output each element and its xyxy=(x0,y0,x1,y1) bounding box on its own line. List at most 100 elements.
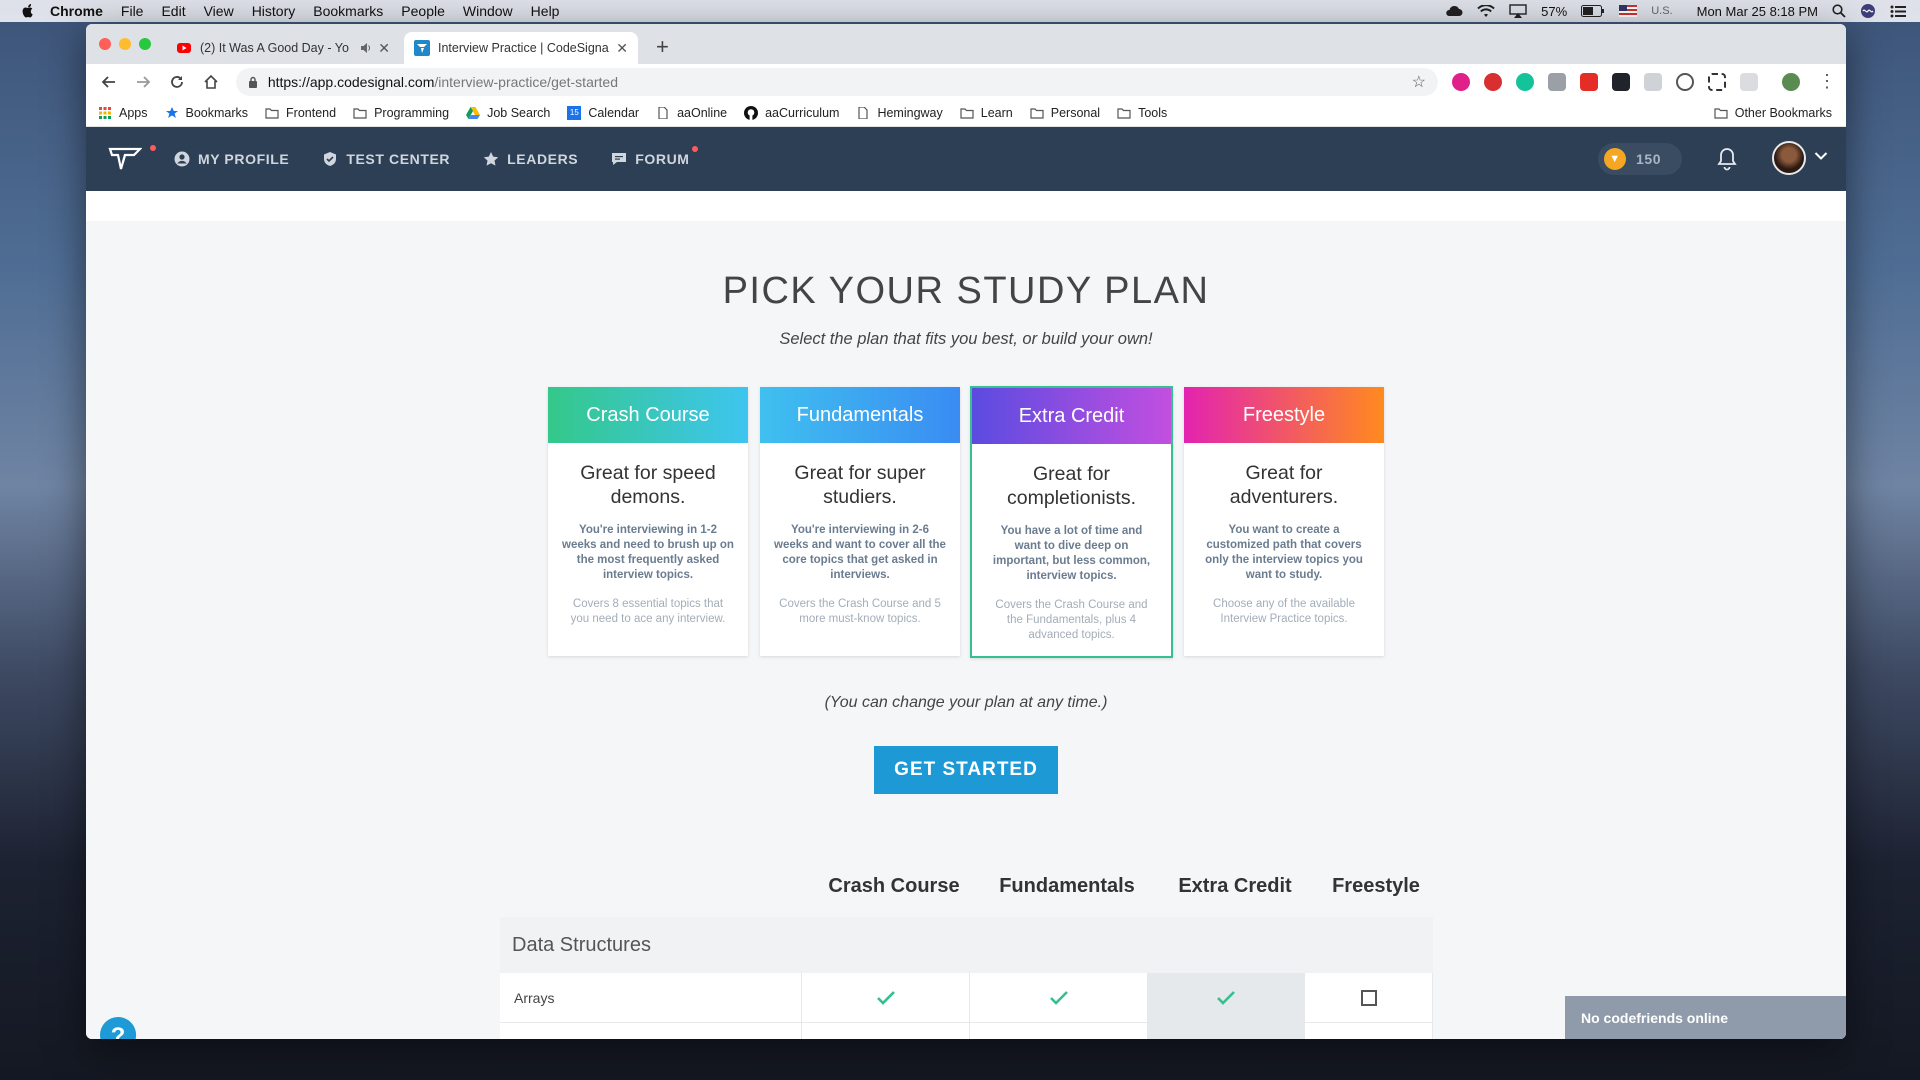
plan-card-header: Fundamentals xyxy=(760,387,960,443)
extension-code-icon[interactable] xyxy=(1643,72,1662,91)
bookmark-job-search[interactable]: Job Search xyxy=(466,106,550,120)
codesignal-logo[interactable] xyxy=(108,144,156,174)
bookmark-bookmarks[interactable]: Bookmarks xyxy=(165,106,248,120)
tab-strip: (2) It Was A Good Day - Yo ✕ Interview P… xyxy=(86,24,1846,64)
tab-youtube[interactable]: (2) It Was A Good Day - Yo ✕ xyxy=(166,32,400,64)
bookmark-learn[interactable]: Learn xyxy=(960,106,1013,120)
browser-menu-icon[interactable]: ⋮ xyxy=(1818,71,1836,92)
window-zoom-button[interactable] xyxy=(139,38,151,50)
back-button[interactable] xyxy=(96,69,122,95)
page-icon xyxy=(858,106,869,119)
window-close-button[interactable] xyxy=(99,38,111,50)
us-flag-icon[interactable] xyxy=(1619,5,1638,17)
plan-name: Extra Credit xyxy=(1018,404,1125,427)
menubar-people[interactable]: People xyxy=(401,3,445,19)
screenshot-tool-icon[interactable] xyxy=(1707,72,1726,91)
folder-icon xyxy=(1117,107,1131,119)
chevron-down-icon[interactable] xyxy=(1814,151,1828,161)
url-path: /interview-practice/get-started xyxy=(434,73,618,90)
comparison-column-fundamentals: Fundamentals xyxy=(999,875,1135,897)
extension-youtube-icon[interactable] xyxy=(1579,72,1598,91)
menubar-clock[interactable]: Mon Mar 25 8:18 PM xyxy=(1697,4,1818,19)
plan-card-fundamentals[interactable]: Fundamentals Great for super studiers. Y… xyxy=(760,387,960,656)
spotlight-search-icon[interactable] xyxy=(1832,4,1846,18)
window-minimize-button[interactable] xyxy=(119,38,131,50)
bookmark-tools[interactable]: Tools xyxy=(1117,106,1167,120)
help-icon[interactable]: ? xyxy=(98,1015,138,1039)
extension-gray-icon[interactable] xyxy=(1739,72,1758,91)
tab-codesignal[interactable]: Interview Practice | CodeSigna ✕ xyxy=(404,32,638,64)
bookmark-personal[interactable]: Personal xyxy=(1030,106,1100,120)
menubar-help[interactable]: Help xyxy=(531,3,560,19)
forward-button[interactable] xyxy=(130,69,156,95)
bookmark-label: Calendar xyxy=(588,105,640,120)
user-avatar[interactable] xyxy=(1772,141,1806,175)
plan-cell xyxy=(1148,973,1305,1022)
lock-icon[interactable] xyxy=(248,76,258,88)
bookmark-aacurriculum[interactable]: aaCurriculum xyxy=(744,105,840,120)
speaker-icon[interactable] xyxy=(360,42,372,54)
bookmark-frontend[interactable]: Frontend xyxy=(265,106,336,120)
extension-pink-icon[interactable] xyxy=(1451,72,1470,91)
bookmark-label: Personal xyxy=(1050,105,1101,120)
get-started-button[interactable]: GET STARTED xyxy=(874,746,1058,794)
comparison-table: Data Structures ArraysLinked Lists xyxy=(500,917,1433,1039)
plan-cell[interactable] xyxy=(1305,1023,1433,1039)
menubar-history[interactable]: History xyxy=(252,3,296,19)
plan-tagline: Great for super studiers. xyxy=(794,462,926,508)
notification-center-icon[interactable] xyxy=(1890,5,1906,18)
close-tab-icon[interactable]: ✕ xyxy=(616,40,628,57)
creative-cloud-icon[interactable] xyxy=(1445,5,1463,17)
bookmark-label: Tools xyxy=(1138,105,1168,120)
topic-label: Arrays xyxy=(500,973,802,1022)
address-bar[interactable]: https://app.codesignal.com/interview-pra… xyxy=(235,67,1438,96)
new-tab-button[interactable]: + xyxy=(656,34,669,60)
menubar-window[interactable]: Window xyxy=(463,3,513,19)
coin-balance[interactable]: ▼ 150 xyxy=(1598,143,1682,175)
menubar-bookmarks[interactable]: Bookmarks xyxy=(313,3,383,19)
codefriends-status[interactable]: No codefriends online xyxy=(1565,996,1846,1039)
extension-circle-icon[interactable] xyxy=(1675,72,1694,91)
nav-my-profile[interactable]: MY PROFILE xyxy=(174,151,289,167)
menubar-view[interactable]: View xyxy=(204,3,234,19)
youtube-icon xyxy=(177,43,191,53)
bookmark-programming[interactable]: Programming xyxy=(353,106,449,120)
extension-red-icon[interactable] xyxy=(1483,72,1502,91)
home-button[interactable] xyxy=(198,69,224,95)
reload-button[interactable] xyxy=(164,69,190,95)
bell-icon[interactable] xyxy=(1716,147,1738,171)
home-icon xyxy=(204,74,218,89)
plan-card-extra-credit[interactable]: Extra Credit Great for completionists. Y… xyxy=(970,386,1173,658)
bookmark-hemingway[interactable]: Hemingway xyxy=(856,106,943,120)
bookmark-label: aaCurriculum xyxy=(765,105,840,120)
apple-logo-icon[interactable] xyxy=(20,3,36,19)
bookmark-star-icon[interactable]: ☆ xyxy=(1412,72,1426,92)
close-tab-icon[interactable]: ✕ xyxy=(378,40,390,57)
wifi-icon[interactable] xyxy=(1477,4,1495,18)
plan-card-crash-course[interactable]: Crash Course Great for speed demons. You… xyxy=(548,387,748,656)
nav-leaders[interactable]: LEADERS xyxy=(483,151,578,167)
menubar-edit[interactable]: Edit xyxy=(161,3,185,19)
menubar-file[interactable]: File xyxy=(121,3,144,19)
page-title: PICK YOUR STUDY PLAN xyxy=(722,270,1210,312)
airplay-icon[interactable] xyxy=(1509,4,1527,18)
plan-card-freestyle[interactable]: Freestyle Great for adventurers. You wan… xyxy=(1184,387,1384,656)
bookmark-calendar[interactable]: 15 Calendar xyxy=(567,105,640,120)
plan-name: Freestyle xyxy=(1242,403,1326,426)
plan-tagline: Great for completionists. xyxy=(1007,463,1136,509)
bookmarks-bar: Apps Bookmarks Frontend Programming Job … xyxy=(86,99,1846,127)
grammarly-icon[interactable] xyxy=(1515,72,1534,91)
plan-cell[interactable] xyxy=(1305,973,1433,1022)
battery-icon[interactable] xyxy=(1581,5,1605,17)
bookmark-aaonline[interactable]: aaOnline xyxy=(656,106,727,120)
checkbox[interactable] xyxy=(1360,989,1377,1006)
profile-avatar-icon[interactable] xyxy=(1781,72,1800,91)
nav-test-center[interactable]: TEST CENTER xyxy=(322,151,450,167)
bookmark-apps[interactable]: Apps xyxy=(98,106,148,120)
nav-forum[interactable]: FORUM xyxy=(611,146,698,167)
extension-satellite-icon[interactable] xyxy=(1547,72,1566,91)
bookmark-other-bookmarks[interactable]: Other Bookmarks xyxy=(1714,106,1832,120)
siri-icon[interactable] xyxy=(1860,3,1876,19)
menubar-app-name[interactable]: Chrome xyxy=(50,3,103,19)
react-devtools-icon[interactable] xyxy=(1611,72,1630,91)
